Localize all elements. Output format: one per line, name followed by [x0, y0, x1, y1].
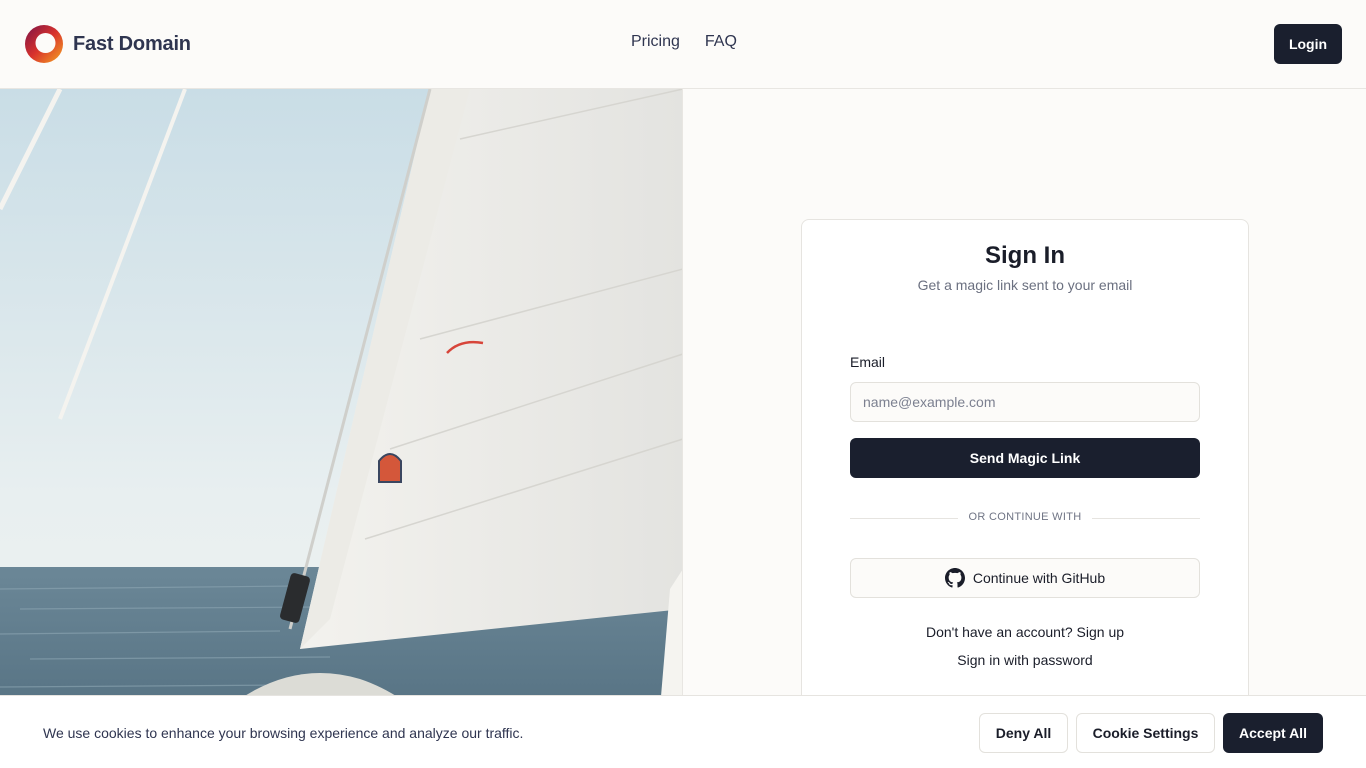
cookie-settings-button[interactable]: Cookie Settings	[1076, 713, 1215, 753]
signup-prefix: Don't have an account?	[925, 624, 1073, 640]
signup-prompt: Don't have an account? Sign up	[802, 624, 1248, 640]
signin-panel: Sign In Get a magic link sent to your em…	[683, 89, 1366, 768]
cookie-message: We use cookies to enhance your browsing …	[43, 725, 524, 741]
sailboat-photo-icon	[0, 89, 682, 768]
send-magic-link-button[interactable]: Send Magic Link	[850, 438, 1200, 478]
brand-name: Fast Domain	[73, 32, 191, 55]
email-input[interactable]	[850, 382, 1200, 422]
email-label: Email	[850, 354, 886, 370]
accept-all-button[interactable]: Accept All	[1223, 713, 1323, 753]
login-button[interactable]: Login	[1274, 24, 1342, 64]
brand-logo-icon	[25, 25, 63, 63]
signup-link[interactable]: Sign up	[1077, 624, 1124, 640]
nav-link-faq[interactable]: FAQ	[705, 33, 737, 51]
deny-all-button[interactable]: Deny All	[979, 713, 1068, 753]
signin-title: Sign In	[985, 242, 1065, 269]
github-button-label: Continue with GitHub	[972, 570, 1106, 586]
divider-line-right	[1092, 518, 1200, 519]
github-icon	[944, 568, 965, 588]
brand-logo-link[interactable]: Fast Domain	[24, 24, 191, 64]
divider-text: OR CONTINUE WITH	[968, 511, 1082, 523]
password-signin-link[interactable]: Sign in with password	[802, 652, 1248, 668]
nav-link-pricing[interactable]: Pricing	[631, 33, 680, 51]
signin-subtitle: Get a magic link sent to your email	[917, 277, 1133, 293]
hero-sailboat-image	[0, 89, 683, 768]
site-header: Fast Domain Pricing FAQ Login	[0, 0, 1366, 89]
or-divider: OR CONTINUE WITH	[850, 510, 1200, 526]
main-nav: Pricing FAQ	[631, 33, 737, 51]
github-signin-button[interactable]: Continue with GitHub	[850, 558, 1200, 598]
signin-card: Sign In Get a magic link sent to your em…	[801, 219, 1249, 739]
cookie-banner: We use cookies to enhance your browsing …	[0, 695, 1366, 768]
